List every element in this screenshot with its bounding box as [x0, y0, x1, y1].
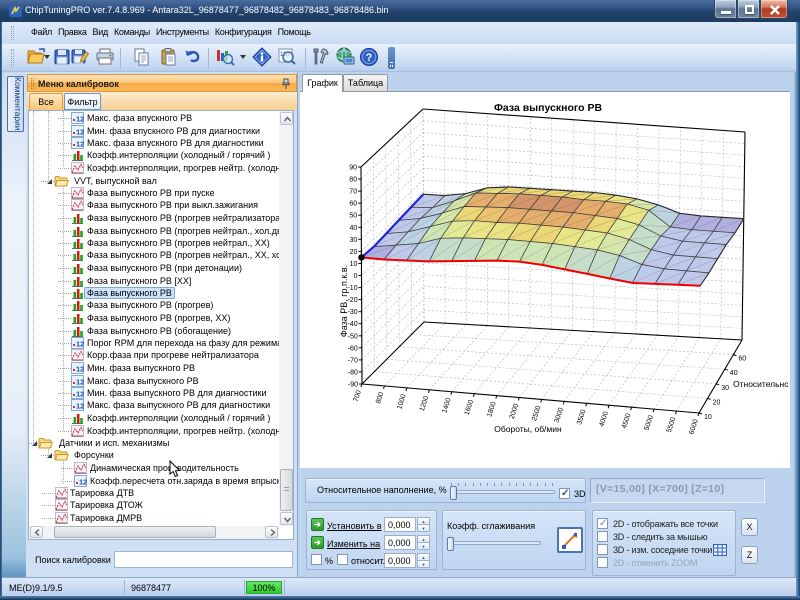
- svg-text:-70: -70: [348, 357, 358, 364]
- svg-text:12: 12: [76, 128, 84, 137]
- svg-text:40: 40: [730, 370, 738, 377]
- svg-text:12: 12: [76, 390, 84, 399]
- svg-text:0: 0: [354, 273, 358, 280]
- svg-text:12: 12: [76, 378, 84, 387]
- svg-text:20: 20: [713, 399, 721, 406]
- svg-text:12: 12: [76, 365, 84, 374]
- svg-text:-50: -50: [348, 333, 358, 340]
- svg-text:12: 12: [79, 478, 87, 487]
- svg-text:-20: -20: [347, 297, 357, 304]
- svg-text:70: 70: [349, 189, 357, 196]
- svg-text:-90: -90: [348, 382, 358, 389]
- svg-text:30: 30: [721, 385, 729, 392]
- svg-text:12: 12: [76, 115, 84, 124]
- svg-text:10: 10: [350, 261, 358, 268]
- svg-text:-10: -10: [347, 285, 357, 292]
- svg-text:?: ?: [366, 52, 373, 64]
- svg-text:Относительное наполнение: Относительное наполнение: [733, 379, 788, 389]
- svg-text:-60: -60: [348, 345, 358, 352]
- svg-text:Обороты, об/мин: Обороты, об/мин: [494, 424, 562, 434]
- svg-text:50: 50: [349, 213, 357, 220]
- svg-text:30: 30: [350, 237, 358, 244]
- svg-text:-80: -80: [348, 369, 358, 376]
- svg-text:12: 12: [76, 340, 84, 349]
- svg-text:20: 20: [350, 249, 358, 256]
- svg-text:12: 12: [76, 402, 84, 411]
- svg-text:12: 12: [76, 140, 84, 149]
- svg-text:10: 10: [704, 414, 712, 421]
- svg-text:90: 90: [349, 165, 357, 172]
- svg-text:80: 80: [349, 177, 357, 184]
- svg-text:Фаза выпускного РВ: Фаза выпускного РВ: [494, 102, 603, 114]
- svg-text:40: 40: [350, 225, 358, 232]
- svg-text:60: 60: [349, 201, 357, 208]
- svg-text:-30: -30: [348, 309, 358, 316]
- svg-text:-40: -40: [348, 321, 358, 328]
- svg-text:Фаза РВ, гр.п.к.в.: Фаза РВ, гр.п.к.в.: [339, 265, 349, 337]
- svg-text:60: 60: [738, 356, 746, 363]
